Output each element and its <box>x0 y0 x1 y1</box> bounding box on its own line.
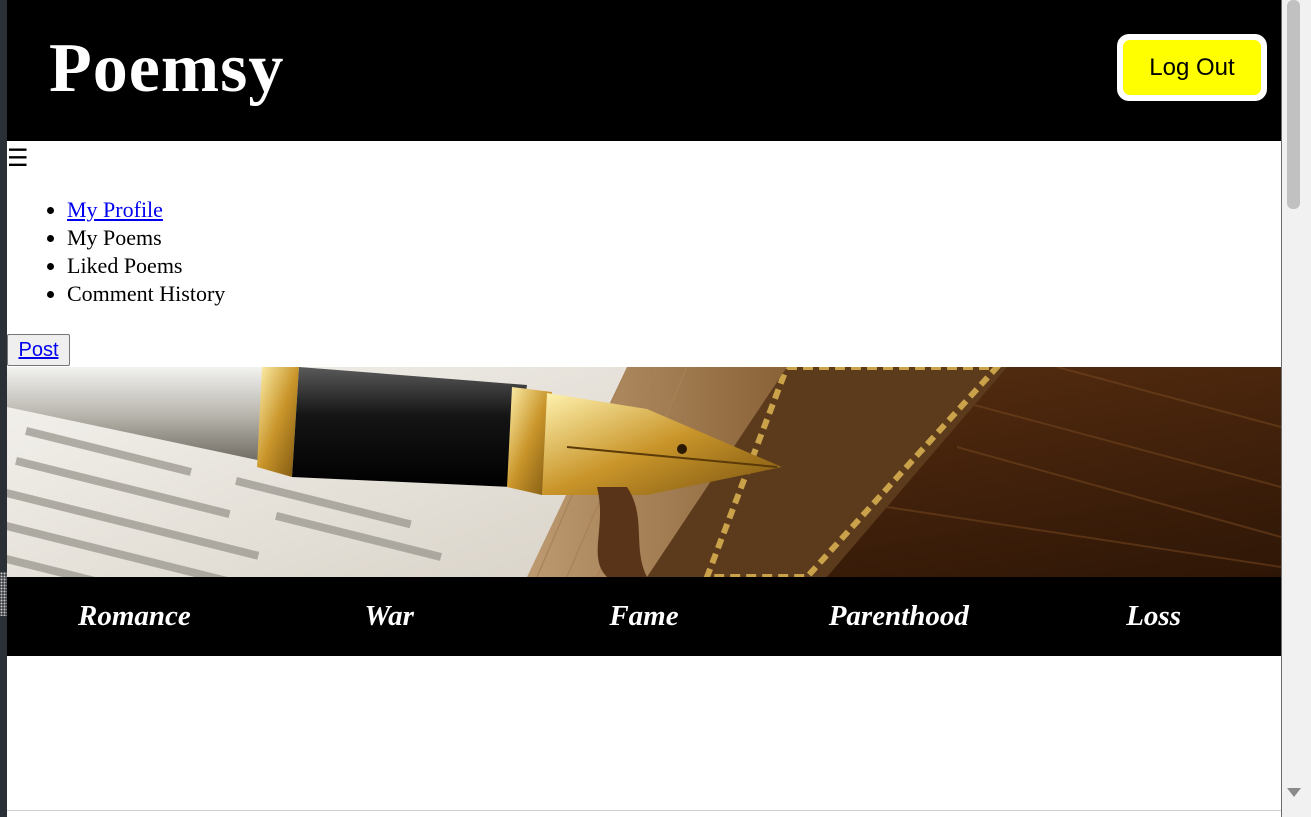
resize-grip[interactable] <box>0 572 7 616</box>
window-left-edge <box>0 0 7 817</box>
genre-parenthood[interactable]: Parenthood <box>771 600 1026 633</box>
menu-item-my-poems: My Poems <box>67 224 225 252</box>
profile-menu: My Profile My Poems Liked Poems Comment … <box>7 196 225 308</box>
post-button[interactable]: Post <box>7 334 70 366</box>
site-header: Poemsy Log Out <box>7 0 1281 141</box>
genre-fame[interactable]: Fame <box>517 600 772 633</box>
fountain-pen-book-illustration <box>7 367 1281 577</box>
my-profile-link[interactable]: My Profile <box>67 197 163 222</box>
post-link[interactable]: Post <box>18 339 58 362</box>
scroll-down-arrow-icon[interactable] <box>1287 788 1301 797</box>
vertical-scrollbar[interactable] <box>1282 0 1311 817</box>
menu-item-comment-history: Comment History <box>67 280 225 308</box>
logout-button[interactable]: Log Out <box>1123 40 1261 95</box>
page: Poemsy Log Out ☰ My Profile My Poems Lik… <box>7 0 1282 817</box>
hero-banner-image <box>7 367 1281 577</box>
genre-loss[interactable]: Loss <box>1026 600 1281 633</box>
genre-romance[interactable]: Romance <box>7 600 262 633</box>
page-bottom-border <box>7 810 1281 811</box>
logout-button-frame: Log Out <box>1117 34 1267 101</box>
menu-item-my-profile: My Profile <box>67 196 225 224</box>
genre-nav: Romance War Fame Parenthood Loss <box>7 577 1281 656</box>
site-logo: Poemsy <box>49 30 285 107</box>
genre-war[interactable]: War <box>262 600 517 633</box>
scrollbar-thumb[interactable] <box>1287 0 1300 209</box>
menu-toggle-icon[interactable]: ☰ <box>7 143 29 173</box>
menu-item-liked-poems: Liked Poems <box>67 252 225 280</box>
